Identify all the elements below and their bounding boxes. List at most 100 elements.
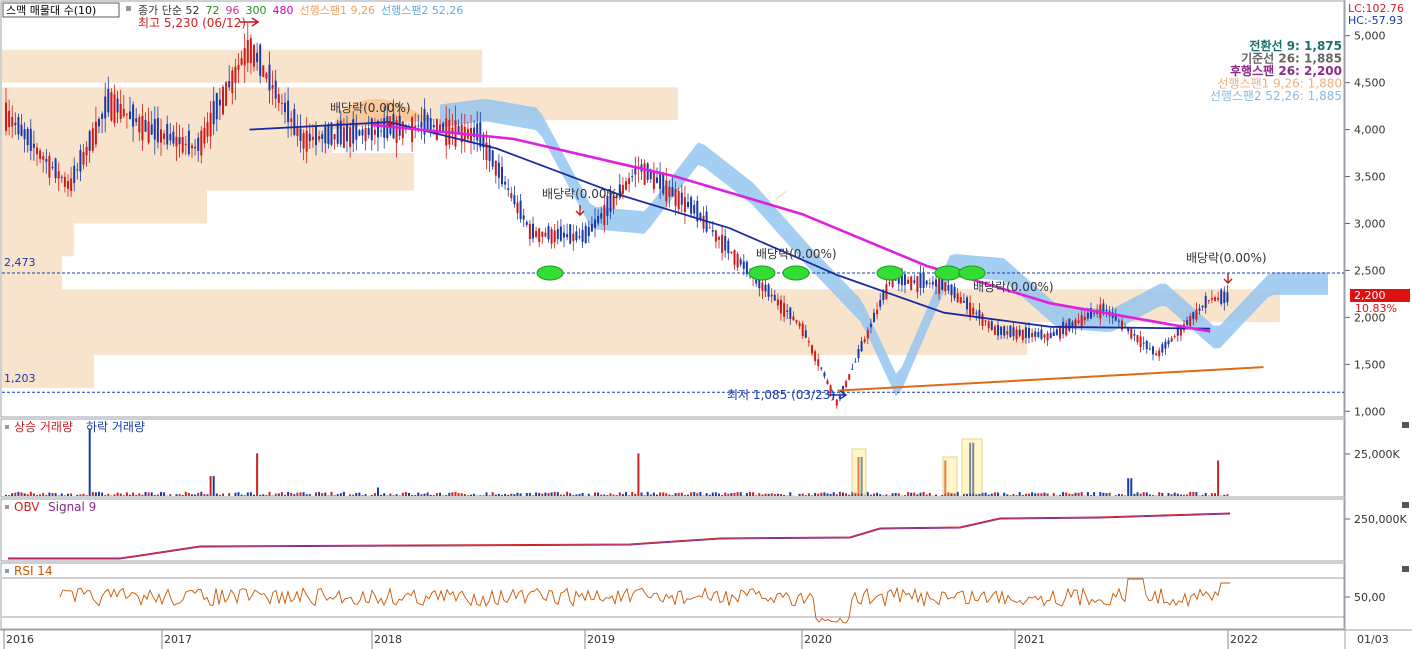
volume-bar (615, 495, 618, 496)
candle-body (277, 94, 280, 104)
obv-panel-close-icon[interactable] (1402, 502, 1409, 508)
candle-body (528, 223, 531, 239)
candle-body (1117, 320, 1120, 322)
volume-bar (1021, 494, 1024, 496)
volume-bar (1133, 493, 1136, 496)
volume-bar (191, 494, 193, 496)
rsi-panel-close-icon[interactable] (1402, 566, 1409, 572)
candle-body (1083, 316, 1086, 321)
volume-bar (922, 491, 925, 496)
volume-bar (736, 492, 739, 496)
signal-marker (934, 265, 962, 281)
candle-body (510, 193, 513, 199)
volume-bar (222, 493, 224, 496)
volume-panel-close-icon[interactable] (1402, 422, 1409, 428)
volume-bar (1130, 478, 1133, 496)
candle-body (14, 122, 17, 126)
volume-bar (439, 492, 441, 496)
volume-bar (473, 493, 476, 496)
candle-body (925, 280, 928, 285)
volume-bar (718, 493, 720, 496)
volume-bar (138, 493, 141, 496)
volume-bar (891, 493, 894, 496)
candle-body (364, 127, 367, 142)
candle-body (311, 136, 314, 140)
candle-body (662, 172, 665, 194)
volume-bar (63, 495, 66, 496)
candle-body (563, 232, 565, 238)
candle-body (770, 294, 773, 297)
volume-bar (711, 492, 714, 496)
volume-bar (637, 453, 640, 496)
candle-body (1059, 326, 1061, 339)
candle-body (1015, 329, 1018, 340)
candle-body (882, 292, 885, 301)
candle-body (910, 276, 913, 291)
volume-bar (401, 492, 404, 496)
candle-body (947, 285, 950, 291)
volume-bar (928, 493, 931, 496)
candle-body (1037, 332, 1040, 337)
candle-body (194, 146, 197, 149)
candle-body (1031, 332, 1034, 338)
candle-body (215, 93, 218, 120)
volume-bar (612, 494, 615, 496)
candle-body (541, 231, 544, 237)
volume-bar (426, 492, 429, 496)
volume-bar (342, 491, 345, 496)
volume-bar (528, 493, 531, 496)
candle-body (773, 294, 776, 301)
volume-bar (324, 492, 327, 496)
candle-body (817, 359, 820, 366)
volume-bar (51, 493, 54, 496)
volume-legend-square-icon (5, 425, 9, 429)
volume-bar (817, 493, 820, 496)
volume-bar (82, 493, 85, 496)
volume-bar (550, 492, 553, 496)
candle-body (76, 169, 79, 171)
volume-bar (485, 492, 488, 496)
candle-body (984, 320, 987, 322)
volume-bar (730, 493, 733, 496)
volume-bar (708, 494, 711, 496)
volume-bar (835, 494, 838, 496)
volume-bar (243, 495, 246, 496)
volume-bar (671, 495, 674, 496)
volume-bar (153, 495, 156, 496)
candle-body (243, 47, 246, 66)
candle-body (1201, 305, 1204, 308)
volume-bar (470, 494, 472, 496)
volume-bar (842, 492, 844, 496)
candle-body (181, 136, 184, 153)
x-tick-label: 2021 (1017, 633, 1045, 646)
candle-body (1009, 325, 1012, 337)
level-1203-label: 1,203 (4, 372, 36, 385)
candle-body (94, 121, 97, 145)
signal-marker (876, 265, 904, 281)
candle-body (262, 65, 265, 78)
candle-body (693, 204, 696, 214)
candle-body (724, 235, 727, 251)
candle-body (826, 380, 829, 384)
volume-bar (181, 495, 184, 496)
candle-body (798, 323, 801, 327)
ma-legend-item: 선행스팬1 9,26 (299, 4, 374, 17)
volume-bar (411, 495, 414, 496)
volume-bar (1099, 492, 1102, 496)
volume-bar (98, 491, 100, 496)
volume-bar (1080, 492, 1083, 496)
volume-bar (646, 491, 649, 496)
volume-bar (1068, 493, 1071, 496)
chart-canvas[interactable]: 5,0004,5004,0003,5003,0002,5002,0001,500… (0, 0, 1412, 649)
candle-body (687, 201, 689, 208)
volume-bar (935, 494, 937, 496)
candle-body (91, 128, 94, 151)
candle-body (879, 300, 882, 307)
candle-body (869, 323, 872, 328)
stock-chart-window: 5,000 4,500 4,000 3,500 3,000 2,500 2,000 1,500… (0, 0, 1412, 649)
volume-bar (832, 492, 835, 496)
x-tick-label: 2022 (1230, 633, 1258, 646)
candle-body (135, 118, 138, 122)
volume-bar (826, 493, 829, 496)
volume-bar (491, 492, 494, 496)
